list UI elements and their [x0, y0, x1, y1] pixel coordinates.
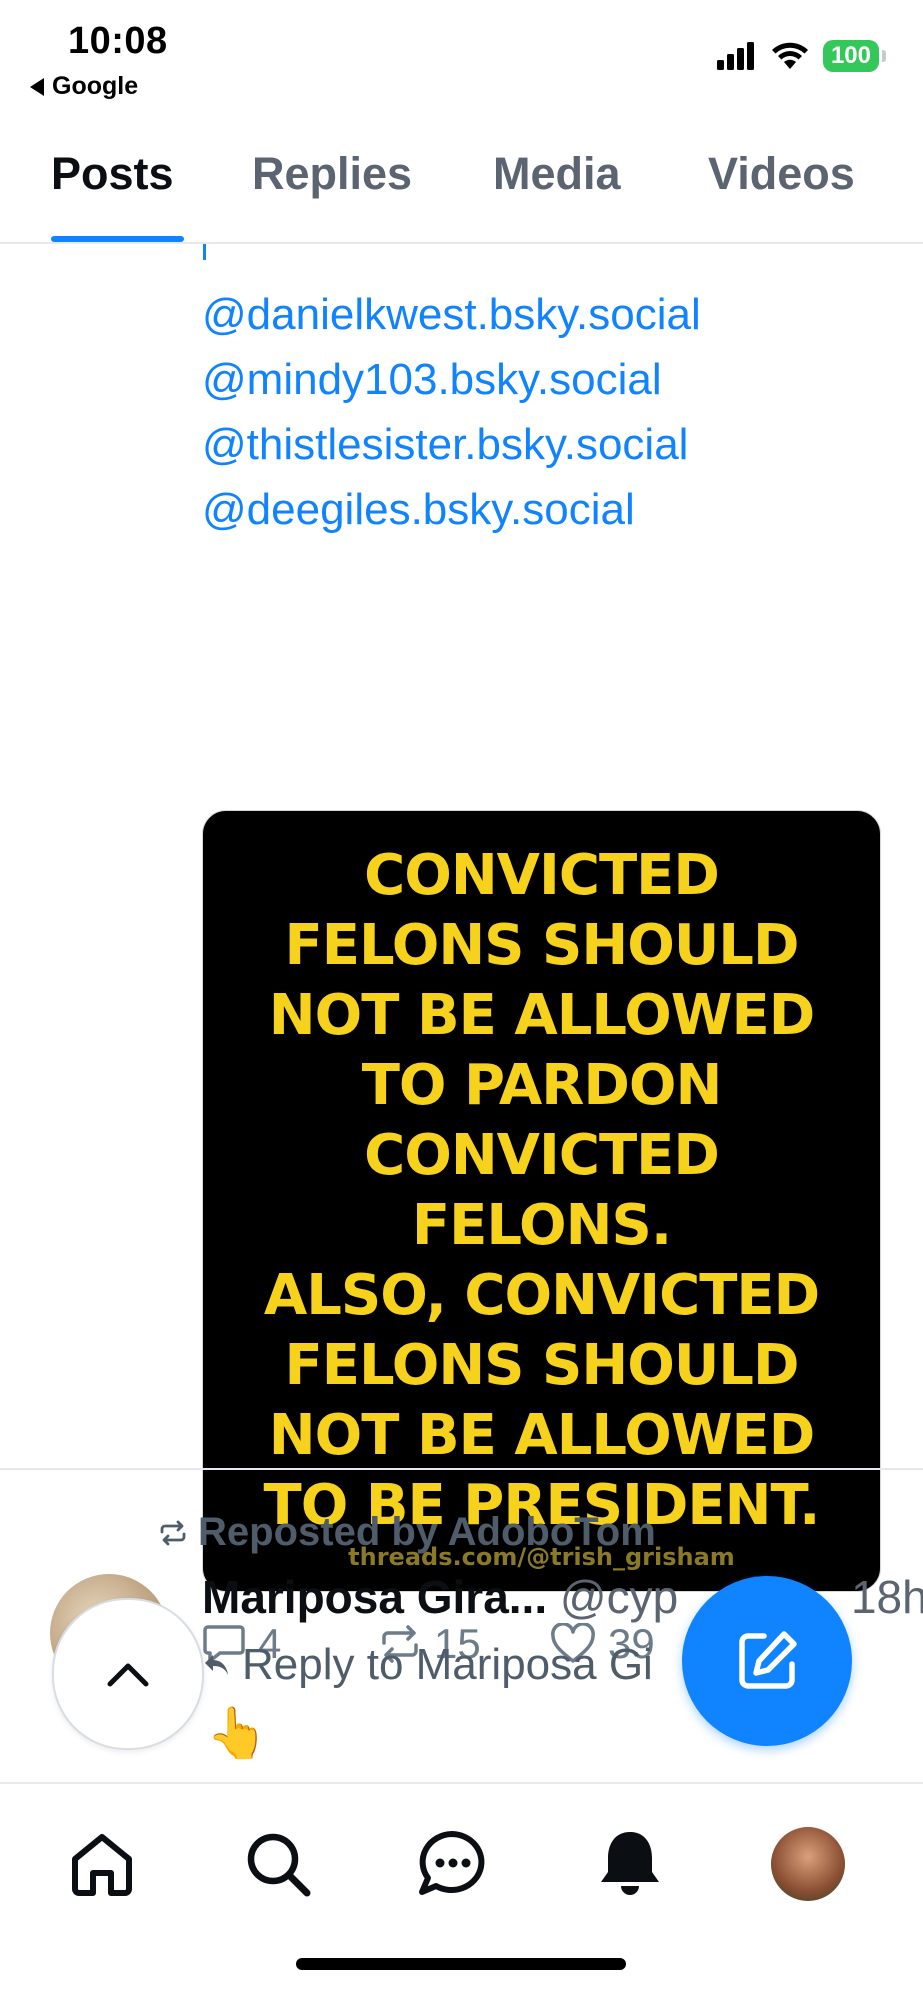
profile-avatar: [771, 1827, 845, 1901]
post-mentions: @danielkwest.bsky.social @mindy103.bsky.…: [202, 282, 701, 542]
chat-bubble-icon: [419, 1831, 485, 1895]
author-name: Mariposa Gira...: [202, 1571, 548, 1623]
reposted-by-label: Reposted by AdoboTom: [198, 1510, 656, 1554]
thread-line: [203, 244, 206, 260]
reply-to-label: Reply to Mariposa Gi: [242, 1640, 653, 1689]
reply-arrow-icon: [205, 1655, 228, 1675]
author-handle: @cyp: [559, 1571, 679, 1623]
chevron-up-icon: [107, 1663, 149, 1687]
nav-search[interactable]: [238, 1824, 318, 1904]
mention-link[interactable]: @danielkwest.bsky.social: [202, 282, 701, 347]
image-text-line: TO PARDON: [361, 1053, 723, 1118]
back-triangle-icon: [30, 77, 44, 96]
reply-to-indicator[interactable]: Reply to Mariposa Gi: [202, 1640, 653, 1690]
image-text-line: NOT BE ALLOWED: [268, 1403, 815, 1468]
image-text-line: FELONS SHOULD: [284, 913, 800, 978]
mention-link[interactable]: @deegiles.bsky.social: [202, 477, 701, 542]
nav-home[interactable]: [62, 1824, 142, 1904]
image-text-line: FELONS.: [411, 1193, 672, 1258]
compose-icon: [739, 1631, 797, 1689]
mention-link[interactable]: @thistlesister.bsky.social: [202, 412, 701, 477]
scroll-to-top-button[interactable]: [52, 1598, 204, 1750]
tab-replies[interactable]: Replies: [252, 148, 412, 200]
back-to-app-button[interactable]: Google: [30, 72, 138, 101]
wifi-icon: [771, 42, 808, 69]
post-image[interactable]: CONVICTED FELONS SHOULD NOT BE ALLOWED T…: [202, 810, 881, 1592]
image-text-line: FELONS SHOULD: [284, 1333, 800, 1398]
post-image-text: CONVICTED FELONS SHOULD NOT BE ALLOWED T…: [203, 841, 880, 1541]
nav-messages[interactable]: [412, 1824, 492, 1904]
cellular-signal-icon: [716, 42, 754, 70]
search-icon: [247, 1833, 311, 1897]
mention-link[interactable]: @mindy103.bsky.social: [202, 347, 701, 412]
image-text-line: CONVICTED: [364, 843, 720, 908]
reposted-by[interactable]: Reposted by AdoboTom: [158, 1510, 656, 1555]
bell-icon: [601, 1832, 659, 1895]
tab-media[interactable]: Media: [493, 148, 621, 200]
status-indicators: 100: [716, 40, 887, 72]
post-divider: [0, 1468, 923, 1470]
active-tab-indicator: [51, 236, 184, 242]
post-time: 18h: [850, 1571, 923, 1623]
status-time: 10:08: [68, 20, 168, 62]
repost-small-icon: [160, 1520, 186, 1545]
post-emoji: 👆: [206, 1705, 269, 1761]
status-bar: 10:08 Google 100: [0, 0, 923, 118]
compose-post-button[interactable]: [682, 1576, 852, 1746]
home-indicator: [296, 1958, 626, 1970]
tab-posts[interactable]: Posts: [51, 148, 174, 200]
nav-profile[interactable]: [768, 1824, 848, 1904]
profile-tabs: Posts Replies Media Videos: [0, 118, 923, 244]
image-text-line: NOT BE ALLOWED: [268, 983, 815, 1048]
tab-videos[interactable]: Videos: [708, 148, 855, 200]
battery-indicator: 100: [822, 40, 887, 72]
image-text-line: CONVICTED: [364, 1123, 720, 1188]
home-icon: [72, 1834, 132, 1896]
nav-notifications[interactable]: [590, 1824, 670, 1904]
back-app-label: Google: [52, 72, 139, 100]
image-text-line: ALSO, CONVICTED: [263, 1263, 820, 1328]
